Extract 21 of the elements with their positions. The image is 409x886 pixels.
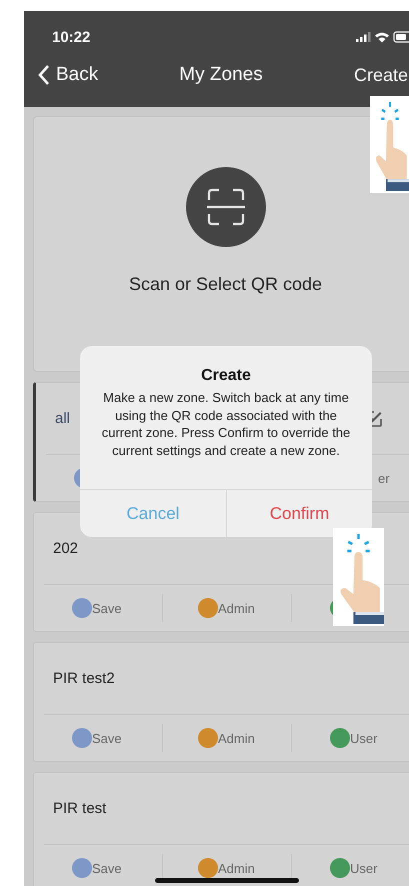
- save-button[interactable]: Save: [72, 728, 122, 748]
- create-button[interactable]: Create: [354, 64, 409, 86]
- zone-card[interactable]: PIR test Save Admin User: [33, 772, 409, 886]
- back-button[interactable]: Back: [24, 64, 98, 86]
- dialog-message: Make a new zone. Switch back at any time using the QR code associated with the current zone. Press Confirm to override the current settings and create a new zone.: [100, 389, 352, 459]
- zone-name: 202: [53, 540, 78, 557]
- user-label: er: [377, 470, 390, 486]
- scan-label: Scan or Select QR code: [128, 274, 322, 295]
- save-button[interactable]: Save: [72, 858, 122, 878]
- admin-button[interactable]: Admin: [198, 728, 255, 748]
- save-button[interactable]: Save: [72, 598, 122, 618]
- screen-title: My Zones: [179, 64, 263, 86]
- zone-name: PIR test2: [53, 670, 115, 687]
- zone-card[interactable]: PIR test2 Save Admin User: [33, 642, 409, 762]
- status-time: 10:22: [52, 28, 90, 46]
- zone-name: PIR test: [53, 800, 106, 817]
- user-button[interactable]: User: [330, 858, 378, 878]
- user-button[interactable]: User: [330, 728, 378, 748]
- admin-button[interactable]: Admin: [198, 858, 255, 878]
- zone-name: all: [55, 410, 70, 427]
- admin-button[interactable]: Admin: [198, 598, 255, 618]
